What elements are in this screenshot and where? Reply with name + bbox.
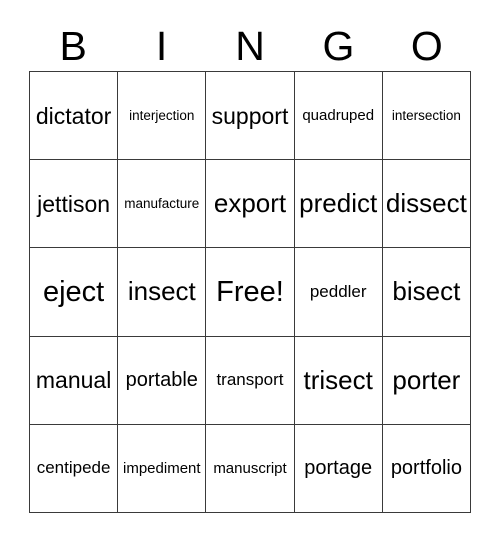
header-letter-o: O [410,23,443,69]
bingo-cell-i1[interactable]: interjection [118,72,207,161]
bingo-cell-n2[interactable]: export [206,160,295,249]
bingo-cell-g5[interactable]: portage [294,424,383,513]
bingo-cell-label: insect [127,276,196,307]
bingo-cell-i3[interactable]: insect [118,248,207,337]
bingo-cell-label: interjection [129,107,195,123]
bingo-cell-b3[interactable]: eject [30,248,119,337]
bingo-cell-n5[interactable]: manuscript [206,424,295,513]
bingo-cell-label: bisect [392,276,461,307]
bingo-cell-b2[interactable]: jettison [30,160,119,249]
bingo-cell-i4[interactable]: portable [118,336,207,425]
bingo-cell-label: peddler [309,282,367,302]
bingo-cell-label: export [213,188,287,219]
bingo-cell-free-space[interactable]: Free! [206,248,295,337]
free-space-label: Free! [216,275,284,308]
bingo-cell-label: portable [125,368,198,391]
bingo-card: B I N G O dictator interjection support … [0,0,500,544]
header-letter-g: G [322,23,355,69]
bingo-cell-label: transport [216,370,284,390]
bingo-cell-i5[interactable]: impediment [118,424,207,513]
header-letter-b: B [59,23,87,69]
bingo-cell-g1[interactable]: quadruped [294,72,383,161]
bingo-header-row: B I N G O [29,22,471,71]
bingo-cell-label: support [211,102,289,129]
bingo-cell-label: intersection [391,107,461,123]
bingo-cell-label: portfolio [390,456,462,479]
bingo-cell-label: trisect [303,364,373,395]
bingo-cell-label: portage [304,456,373,479]
bingo-cell-g2[interactable]: predict [294,160,383,249]
header-letter-i: I [155,23,168,69]
bingo-cell-label: dictator [35,102,112,129]
bingo-cell-o1[interactable]: intersection [382,72,471,161]
bingo-cell-o4[interactable]: porter [382,336,471,425]
bingo-cell-b5[interactable]: centipede [30,424,119,513]
bingo-cell-g4[interactable]: trisect [294,336,383,425]
bingo-cell-label: jettison [37,190,111,217]
bingo-cell-label: eject [42,275,105,308]
bingo-cell-i2[interactable]: manufacture [118,160,207,249]
bingo-cell-label: manual [35,367,112,394]
bingo-cell-label: dissect [385,188,467,219]
bingo-cell-b1[interactable]: dictator [30,72,119,161]
bingo-cell-label: quadruped [302,106,375,124]
bingo-grid: dictator interjection support quadruped … [29,71,471,513]
bingo-cell-n1[interactable]: support [206,72,295,161]
bingo-cell-label: impediment [123,459,201,477]
bingo-cell-b4[interactable]: manual [30,336,119,425]
bingo-cell-g3[interactable]: peddler [294,248,383,337]
bingo-cell-o5[interactable]: portfolio [382,424,471,513]
bingo-cell-label: predict [299,188,378,219]
bingo-cell-label: manufacture [124,195,200,211]
bingo-cell-label: porter [392,364,461,395]
header-letter-n: N [235,23,265,69]
bingo-cell-n4[interactable]: transport [206,336,295,425]
bingo-cell-label: manuscript [213,459,287,477]
bingo-cell-o3[interactable]: bisect [382,248,471,337]
bingo-cell-o2[interactable]: dissect [382,160,471,249]
bingo-cell-label: centipede [36,458,111,478]
